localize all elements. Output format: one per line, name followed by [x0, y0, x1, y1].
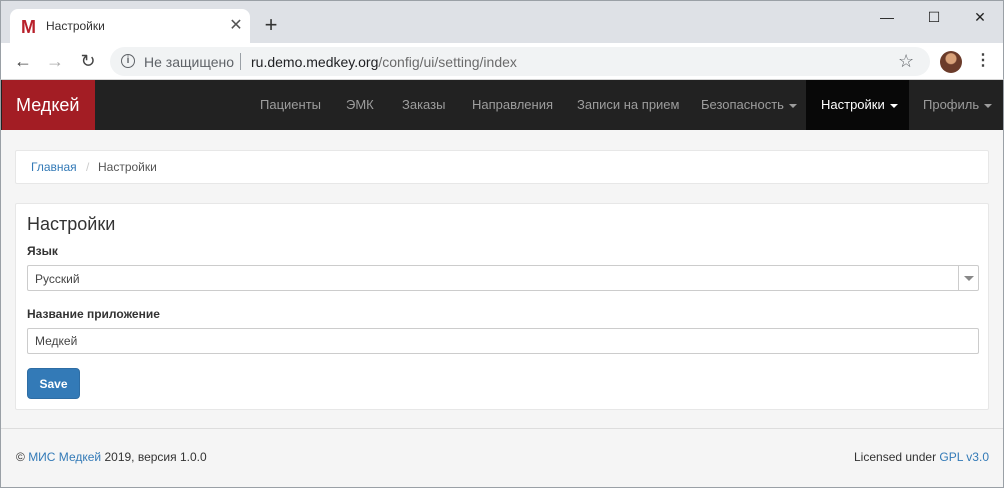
nav-item-label: Направления: [472, 97, 554, 112]
url-host: ru.demo.medkey.org: [251, 54, 379, 70]
nav-item-label: Заказы: [402, 97, 446, 112]
profile-avatar[interactable]: [940, 51, 962, 73]
copyright-text: 2019, версия 1.0.0: [104, 450, 207, 464]
copyright-symbol: ©: [16, 450, 25, 464]
medkey-favicon-icon: M: [21, 17, 36, 37]
app-name-label: Название приложение: [27, 307, 160, 321]
page-title: Настройки: [27, 214, 116, 234]
nav-item-emk[interactable]: ЭМК: [331, 80, 389, 130]
brand-logo[interactable]: Медкей: [2, 80, 95, 130]
app-name-input[interactable]: [27, 328, 979, 354]
reload-icon[interactable]: ↻: [76, 49, 100, 73]
nav-item-appointments[interactable]: Записи на прием: [562, 80, 694, 130]
nav-item-referrals[interactable]: Направления: [457, 80, 568, 130]
address-divider: [240, 53, 241, 70]
nav-item-profile[interactable]: Профиль: [908, 80, 1004, 130]
product-link[interactable]: МИС Медкей: [28, 450, 101, 464]
language-select[interactable]: Русский: [27, 265, 979, 291]
url-text[interactable]: ru.demo.medkey.org/config/ui/setting/ind…: [251, 54, 517, 70]
tab-title: Настройки: [46, 19, 105, 33]
breadcrumb: Главная / Настройки: [15, 150, 989, 184]
browser-menu-icon[interactable]: ⋮: [973, 51, 993, 71]
url-path: /config/ui/setting/index: [378, 54, 517, 70]
chevron-down-icon[interactable]: [958, 266, 978, 290]
nav-item-security[interactable]: Безопасность: [686, 80, 812, 130]
window-minimize-button[interactable]: —: [864, 3, 910, 33]
nav-item-label: Безопасность: [701, 97, 784, 112]
language-selected-value: Русский: [35, 272, 80, 286]
forward-arrow-icon[interactable]: →: [43, 49, 67, 73]
nav-item-label: Записи на прием: [577, 97, 680, 112]
back-arrow-icon[interactable]: ←: [11, 49, 35, 73]
license-text: Licensed under: [854, 450, 937, 464]
settings-panel: Настройки Язык Русский Название приложен…: [15, 203, 989, 410]
nav-item-orders[interactable]: Заказы: [387, 80, 460, 130]
save-button[interactable]: Save: [27, 368, 80, 399]
new-tab-button[interactable]: +: [259, 14, 283, 38]
nav-item-label: Пациенты: [260, 97, 321, 112]
footer-license: Licensed under GPL v3.0: [854, 450, 989, 464]
nav-item-label: Профиль: [923, 97, 980, 112]
breadcrumb-current: Настройки: [98, 160, 157, 174]
caret-down-icon: [788, 103, 797, 108]
address-bar[interactable]: i Не защищено ru.demo.medkey.org/config/…: [110, 47, 930, 76]
caret-down-icon: [984, 103, 993, 108]
window-maximize-button[interactable]: ☐: [911, 3, 957, 33]
window-close-button[interactable]: ✕: [957, 3, 1003, 33]
nav-item-label: Настройки: [821, 97, 885, 112]
browser-titlebar: M Настройки ✕ + — ☐ ✕: [0, 0, 1004, 45]
close-tab-icon[interactable]: ✕: [227, 17, 245, 35]
app-navbar: Медкей Пациенты ЭМК Заказы Направления З…: [0, 80, 1004, 130]
footer-copyright: © МИС Медкей 2019, версия 1.0.0: [16, 450, 207, 464]
security-status[interactable]: Не защищено: [144, 54, 234, 70]
browser-toolbar: ← → ↻ i Не защищено ru.demo.medkey.org/c…: [0, 43, 1004, 80]
nav-item-patients[interactable]: Пациенты: [245, 80, 336, 130]
bookmark-star-icon[interactable]: ☆: [898, 51, 914, 72]
page-footer: © МИС Медкей 2019, версия 1.0.0 Licensed…: [1, 428, 1003, 487]
nav-item-label: ЭМК: [346, 97, 374, 112]
license-link[interactable]: GPL v3.0: [939, 450, 989, 464]
browser-tab[interactable]: M Настройки ✕: [10, 9, 250, 45]
language-label: Язык: [27, 244, 58, 258]
breadcrumb-separator: /: [86, 160, 90, 174]
info-icon[interactable]: i: [121, 54, 135, 68]
nav-item-settings[interactable]: Настройки: [806, 80, 909, 130]
caret-down-icon: [889, 103, 898, 108]
breadcrumb-home-link[interactable]: Главная: [31, 160, 77, 174]
